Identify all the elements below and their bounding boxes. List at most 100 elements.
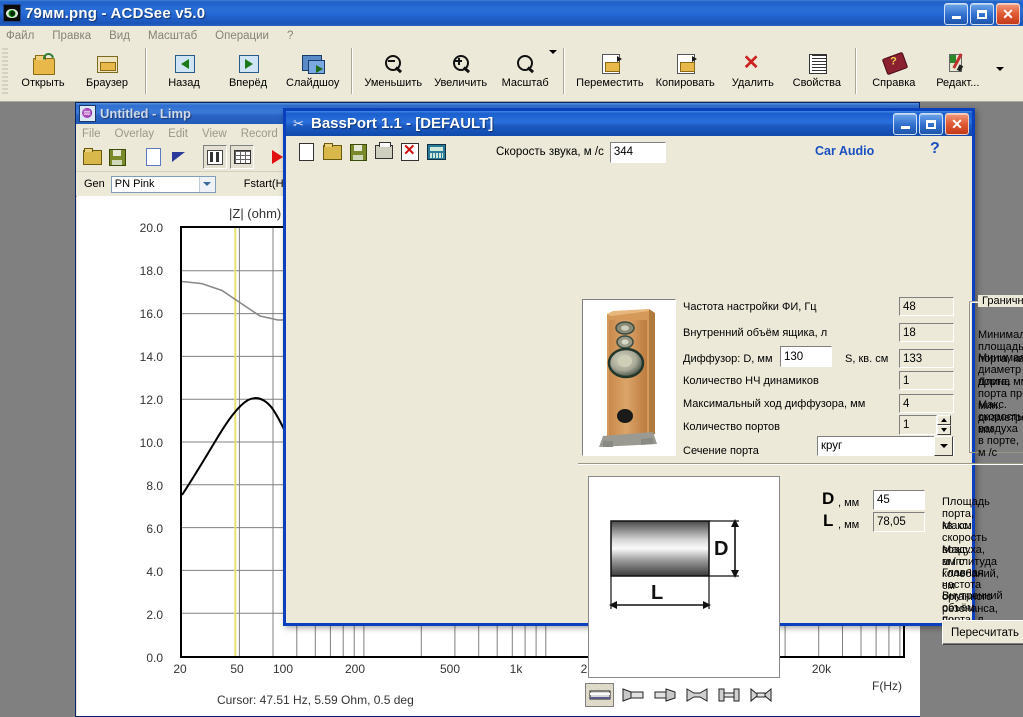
limp-menu-view[interactable]: View	[202, 128, 227, 140]
param-value-volume[interactable]: 18	[899, 323, 954, 342]
results-recalc-button[interactable]: Пересчитать	[942, 620, 1023, 645]
chevron-down-icon[interactable]	[199, 177, 215, 192]
bassport-calculator-button[interactable]	[426, 142, 446, 162]
toolbar-zoomout-label: Уменьшить	[364, 77, 422, 89]
toolbar-zoomout-button[interactable]: Уменьшить	[358, 48, 428, 91]
toolbar-browser-button[interactable]: Браузер	[75, 48, 139, 91]
toolbar-help-label: Справка	[872, 77, 915, 89]
results-l-value-field[interactable]: 78,05	[873, 512, 925, 532]
toolbar-back-button[interactable]: Назад	[152, 48, 216, 91]
results-l-label: L	[823, 511, 833, 531]
help-question-icon[interactable]: ?	[930, 140, 940, 158]
toolbar-overflow-chevron-icon[interactable]	[996, 67, 1004, 71]
shape-cone-left-button[interactable]	[619, 684, 646, 706]
bassport-open-button[interactable]	[322, 142, 342, 162]
results-d-label: D	[822, 489, 834, 509]
bassport-close-button[interactable]: ✕	[945, 113, 969, 135]
limp-table-button[interactable]	[230, 145, 254, 169]
bassport-titlebar: ✂ BassPort 1.1 - [DEFAULT] ✕	[286, 111, 972, 136]
port-shape-toolbar	[585, 681, 775, 709]
menu-item-view[interactable]: Вид	[109, 30, 130, 42]
chevron-down-icon[interactable]	[934, 436, 953, 456]
shape-flange-button[interactable]	[715, 684, 742, 706]
chevron-down-icon[interactable]	[549, 50, 557, 54]
gen-combobox[interactable]: PN Pink	[111, 176, 216, 193]
bassport-new-button[interactable]	[296, 142, 316, 162]
param-label-port-section: Сечение порта	[683, 445, 759, 457]
limp-new-button[interactable]	[142, 146, 164, 168]
toolbar-scale-button[interactable]: Масштаб	[493, 48, 557, 91]
toolbar-help-button[interactable]: Справка	[862, 48, 926, 91]
gen-value: PN Pink	[115, 178, 155, 190]
shape-straight-tube-button[interactable]	[585, 683, 614, 707]
sound-speed-input[interactable]: 344	[610, 142, 666, 163]
menu-item-help[interactable]: ?	[287, 30, 293, 42]
toolbar-open-button[interactable]: Открыть	[11, 48, 75, 91]
toolbar-properties-button[interactable]: Свойства	[785, 48, 849, 91]
bassport-restore-button[interactable]	[919, 113, 943, 135]
menu-item-file[interactable]: Файл	[6, 30, 34, 42]
limp-save-button[interactable]	[106, 146, 128, 168]
bassport-delete-button[interactable]	[400, 142, 420, 162]
arrow-right-icon	[237, 52, 259, 74]
toolbar-separator-3	[563, 48, 564, 94]
param-value-freq[interactable]: 48	[899, 297, 954, 316]
acdsee-toolbar: Открыть Браузер Назад Вперёд Слайдшоу	[0, 45, 1023, 102]
param-value-port-count[interactable]: 1	[899, 415, 937, 435]
delete-x-icon: ✕	[742, 52, 764, 74]
param-value-xmax[interactable]: 4	[899, 394, 954, 413]
param-value-diffuser-d[interactable]: 130	[780, 346, 832, 367]
limp-overlay-button[interactable]	[167, 146, 189, 168]
acdsee-menubar: Файл Правка Вид Масштаб Операции ?	[0, 26, 1023, 45]
toolbar-slideshow-button[interactable]: Слайдшоу	[280, 48, 345, 91]
bassport-window-buttons: ✕	[893, 113, 969, 135]
straight-tube-icon	[589, 688, 611, 702]
speaker-image	[582, 299, 676, 456]
shape-cone-right-button[interactable]	[651, 684, 678, 706]
bassport-print-button[interactable]	[374, 142, 394, 162]
limp-open-button[interactable]	[81, 146, 103, 168]
toolbar-delete-label: Удалить	[732, 77, 774, 89]
menu-item-operations[interactable]: Операции	[215, 30, 269, 42]
port-count-spinner[interactable]	[937, 415, 951, 435]
limp-menu-overlay[interactable]: Overlay	[115, 128, 155, 140]
toolbar-zoomin-label: Увеличить	[434, 77, 487, 89]
port-section-combobox[interactable]: круг	[817, 436, 954, 456]
y-tick-14: 14.0	[117, 350, 163, 364]
toolbar-properties-label: Свойства	[793, 77, 841, 89]
shape-hourglass-button[interactable]	[747, 684, 774, 706]
limp-menu-file[interactable]: File	[82, 128, 101, 140]
limp-menu-edit[interactable]: Edit	[168, 128, 188, 140]
param-label-diffuser: Диффузор: D, мм	[683, 353, 773, 365]
toolbar-forward-button[interactable]: Вперёд	[216, 48, 280, 91]
toolbar-open-label: Открыть	[21, 77, 64, 89]
y-tick-4: 4.0	[117, 565, 163, 579]
toolbar-edit-button[interactable]: Редакт...	[926, 48, 990, 91]
bassport-save-button[interactable]	[348, 142, 368, 162]
param-value-s[interactable]: 133	[899, 349, 954, 368]
acdsee-close-button[interactable]: ✕	[996, 3, 1020, 25]
bassport-minimize-button[interactable]	[893, 113, 917, 135]
pause-icon	[207, 150, 223, 165]
move-file-icon	[599, 52, 621, 74]
menu-item-zoom[interactable]: Масштаб	[148, 30, 197, 42]
arrow-left-icon	[173, 52, 195, 74]
copy-file-icon	[674, 52, 696, 74]
toolbar-delete-button[interactable]: ✕ Удалить	[721, 48, 785, 91]
acdsee-minimize-button[interactable]	[944, 3, 968, 25]
spinner-up-icon[interactable]	[937, 415, 951, 425]
acdsee-restore-button[interactable]	[970, 3, 994, 25]
shape-double-flare-button[interactable]	[683, 684, 710, 706]
toolbar-zoomin-button[interactable]: Увеличить	[428, 48, 493, 91]
toolbar-copy-button[interactable]: Копировать	[650, 48, 721, 91]
menu-item-edit[interactable]: Правка	[52, 30, 91, 42]
param-value-driver-count[interactable]: 1	[899, 371, 954, 390]
spinner-down-icon[interactable]	[937, 425, 951, 435]
limp-menu-record[interactable]: Record	[241, 128, 278, 140]
toolbar-move-button[interactable]: Переместить	[570, 48, 649, 91]
limp-pause-button[interactable]	[203, 145, 227, 169]
toolbar-grip[interactable]	[2, 48, 8, 96]
param-label-port-count: Количество портов	[683, 421, 780, 433]
results-d-input[interactable]: 45	[873, 490, 925, 510]
y-tick-0: 0.0	[117, 651, 163, 665]
